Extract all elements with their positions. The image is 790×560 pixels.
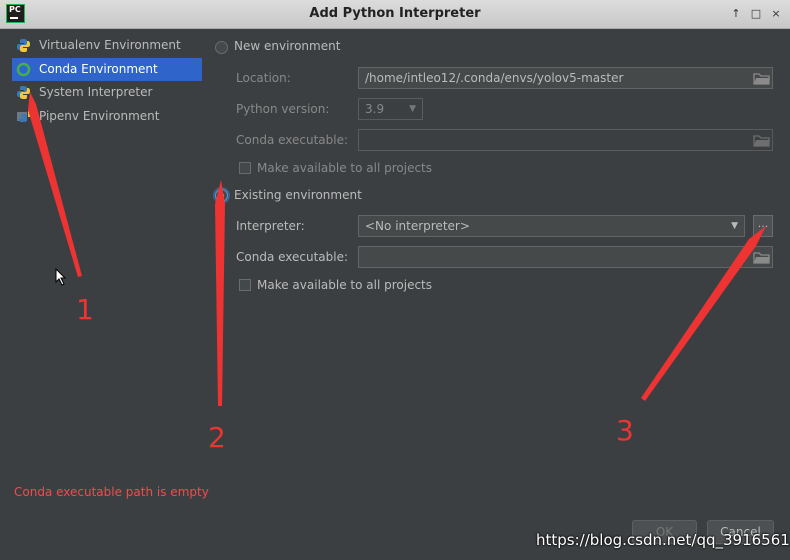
sidebar-item-label: System Interpreter — [39, 85, 153, 99]
mouse-cursor-icon — [55, 268, 67, 286]
sidebar-item-label: Pipenv Environment — [39, 109, 160, 123]
annotation-number-2: 2 — [208, 421, 226, 454]
environment-type-list: Virtualenv Environment Conda Environment… — [9, 34, 205, 454]
existing-environment-label: Existing environment — [234, 188, 362, 202]
location-field[interactable]: /home/intleo12/.conda/envs/yolov5-master — [358, 67, 773, 89]
watermark: https://blog.csdn.net/qq_39165617 — [536, 531, 790, 549]
sidebar-item-pipenv[interactable]: Pipenv Environment — [12, 105, 202, 128]
folder-icon[interactable] — [753, 251, 771, 265]
window-title: Add Python Interpreter — [309, 6, 481, 21]
browse-interpreter-button[interactable]: ... — [753, 215, 773, 237]
conda-executable-field-existing[interactable] — [358, 246, 773, 268]
pipenv-icon — [17, 111, 30, 122]
existing-environment-radio[interactable] — [215, 189, 228, 202]
new-environment-label: New environment — [234, 39, 341, 53]
title-bar: PC Add Python Interpreter ↑ □ × — [0, 0, 790, 29]
error-message: Conda executable path is empty — [14, 485, 209, 499]
python-icon — [17, 86, 30, 99]
interpreter-label: Interpreter: — [236, 219, 305, 233]
conda-icon — [16, 62, 31, 77]
sidebar-item-conda[interactable]: Conda Environment — [12, 58, 202, 81]
annotation-number-1: 1 — [76, 293, 94, 326]
close-button[interactable]: × — [768, 6, 784, 22]
python-version-label: Python version: — [236, 102, 330, 116]
sidebar-item-system-interpreter[interactable]: System Interpreter — [12, 81, 202, 104]
annotation-number-3: 3 — [616, 414, 634, 447]
chevron-down-icon: ▼ — [409, 104, 416, 114]
conda-executable-field-new[interactable] — [358, 129, 773, 151]
python-version-value: 3.9 — [365, 102, 385, 116]
window-up-button[interactable]: ↑ — [728, 6, 744, 22]
sidebar-item-label: Virtualenv Environment — [39, 38, 181, 52]
maximize-button[interactable]: □ — [748, 6, 764, 22]
python-icon — [17, 39, 30, 52]
make-available-label-existing: Make available to all projects — [257, 278, 433, 292]
python-version-select[interactable]: 3.9 ▼ — [358, 98, 423, 120]
make-available-label-new: Make available to all projects — [257, 161, 433, 175]
interpreter-select[interactable]: <No interpreter> ▼ — [358, 215, 745, 237]
make-available-checkbox-existing[interactable] — [239, 279, 251, 291]
conda-executable-label-existing: Conda executable: — [236, 250, 349, 264]
location-label: Location: — [236, 71, 291, 85]
folder-icon[interactable] — [753, 134, 771, 148]
interpreter-value: <No interpreter> — [365, 219, 470, 233]
make-available-checkbox-new[interactable] — [239, 162, 251, 174]
conda-executable-label-new: Conda executable: — [236, 133, 349, 147]
sidebar-item-label: Conda Environment — [39, 62, 158, 76]
new-environment-radio[interactable] — [215, 41, 228, 54]
chevron-down-icon: ▼ — [731, 221, 738, 231]
location-value: /home/intleo12/.conda/envs/yolov5-master — [365, 71, 624, 85]
sidebar-item-virtualenv[interactable]: Virtualenv Environment — [12, 34, 202, 57]
annotation-arrow-2 — [215, 180, 225, 406]
folder-icon[interactable] — [753, 72, 771, 86]
